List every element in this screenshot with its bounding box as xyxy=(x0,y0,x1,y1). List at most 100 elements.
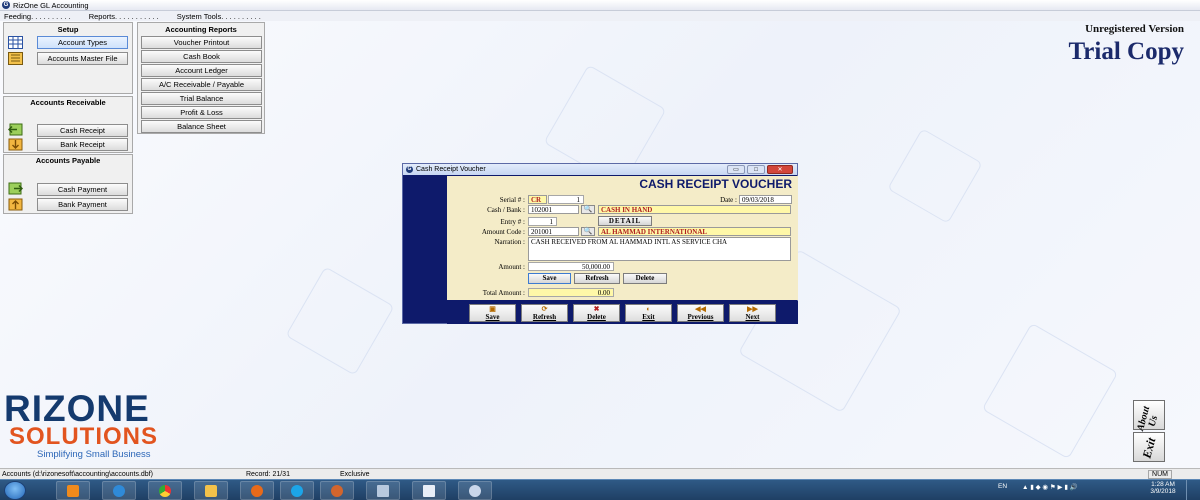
entry-delete-button[interactable]: Delete xyxy=(623,273,667,284)
toolbar-refresh-button[interactable]: ⟳ Refresh xyxy=(521,304,568,322)
detail-button[interactable]: DETAIL xyxy=(598,216,652,226)
accounts-payable-panel: Accounts Payable Cash Payment Bank Payme… xyxy=(3,154,133,214)
taskbar: EN ▲ ▮ ◆ ◉ ⚑ ▶ ▮ 🔊 1:28 AM 3/9/2018 xyxy=(0,479,1200,500)
amount-code-name-field[interactable]: AL HAMMAD INTERNATIONAL xyxy=(598,227,791,236)
toolbar-delete-button[interactable]: ✖ Delete xyxy=(573,304,620,322)
clock[interactable]: 1:28 AM 3/9/2018 xyxy=(1146,481,1180,495)
toolbar-previous-label: Previous xyxy=(687,313,714,321)
toolbar-previous-button[interactable]: ◀◀ Previous xyxy=(677,304,724,322)
profit-loss-button[interactable]: Profit & Loss xyxy=(141,106,262,119)
rizone-taskbar-icon[interactable] xyxy=(458,481,492,500)
start-button-icon[interactable] xyxy=(4,481,26,500)
language-indicator[interactable]: EN xyxy=(998,483,1007,490)
amount-code-field[interactable]: 201001 xyxy=(528,227,579,236)
total-amount-label: Total Amount : xyxy=(482,289,525,297)
exit-icon: ◐ xyxy=(646,305,651,313)
cash-receipt-button[interactable]: Cash Receipt xyxy=(37,124,128,137)
media-player-icon[interactable] xyxy=(56,481,90,500)
menu-feeding[interactable]: Feeding. . . . . . . . . . xyxy=(4,12,71,21)
show-desktop-button[interactable] xyxy=(1186,480,1200,500)
toolbar-next-button[interactable]: ▶▶ Next xyxy=(729,304,776,322)
toolbar-next-label: Next xyxy=(745,313,760,321)
firefox-icon[interactable] xyxy=(240,481,274,500)
cash-receipt-icon xyxy=(8,123,23,136)
toolbar-refresh-label: Refresh xyxy=(532,313,557,321)
close-icon[interactable]: ✕ xyxy=(767,165,793,174)
amount-field[interactable]: 50,000.00 xyxy=(528,262,614,271)
exit-app-button[interactable]: Exit xyxy=(1133,432,1165,462)
window-app-icon[interactable] xyxy=(366,481,400,500)
maximize-icon[interactable]: □ xyxy=(747,165,765,174)
generic-app-icon[interactable] xyxy=(412,481,446,500)
internet-explorer-icon[interactable] xyxy=(102,481,136,500)
next-icon: ▶▶ xyxy=(747,305,758,313)
voucher-printout-button[interactable]: Voucher Printout xyxy=(141,36,262,49)
dialog-app-icon: G xyxy=(406,166,413,173)
tray-icons[interactable]: ▲ ▮ ◆ ◉ ⚑ ▶ ▮ 🔊 xyxy=(1022,483,1078,491)
entry-number-field[interactable]: 1 xyxy=(528,217,557,226)
voucher-form: CASH RECEIPT VOUCHER Serial # : CR 1 Dat… xyxy=(447,176,798,300)
entry-label: Entry # : xyxy=(500,218,526,226)
status-num-lock: NUM xyxy=(1148,469,1172,479)
status-path: Accounts (d:\rizonesoft\accounting\accou… xyxy=(2,470,153,478)
serial-number-field[interactable]: 1 xyxy=(548,195,584,204)
trial-balance-button[interactable]: Trial Balance xyxy=(141,92,262,105)
date-label: Date : xyxy=(720,196,737,204)
voucher-toolbar: ▣ Save ⟳ Refresh ✖ Delete ◐ Exit ◀◀ Prev… xyxy=(447,301,798,324)
bank-receipt-button[interactable]: Bank Receipt xyxy=(37,138,128,151)
accounts-receivable-panel: Accounts Receivable Cash Receipt Bank Re… xyxy=(3,96,133,153)
logo-wordmark-solutions: SOLUTIONS xyxy=(9,423,159,450)
folder-icon[interactable] xyxy=(194,481,228,500)
setup-title: Setup xyxy=(57,25,79,34)
date-field[interactable]: 09/03/2018 xyxy=(739,195,792,204)
account-types-button[interactable]: Account Types xyxy=(37,36,128,49)
accounts-master-file-button[interactable]: Accounts Master File xyxy=(37,52,128,65)
serial-type-field[interactable]: CR xyxy=(528,195,547,204)
narration-field[interactable]: CASH RECEIVED FROM AL HAMMAD INTL AS SER… xyxy=(528,237,791,261)
amount-code-search-icon[interactable]: 🔍 xyxy=(581,227,595,236)
logo-tagline: Simplifying Small Business xyxy=(37,449,151,460)
bank-receipt-icon xyxy=(8,138,23,151)
dialog-title: Cash Receipt Voucher xyxy=(416,166,486,173)
entry-refresh-button[interactable]: Refresh xyxy=(574,273,620,284)
bank-payment-icon xyxy=(8,198,23,211)
menu-system-tools[interactable]: System Tools. . . . . . . . . . xyxy=(177,12,261,21)
menu-reports[interactable]: Reports. . . . . . . . . . . xyxy=(89,12,159,21)
refresh-icon: ⟳ xyxy=(541,305,548,313)
setup-panel: Setup Account Types Accounts Master File xyxy=(3,22,133,94)
chrome-icon[interactable] xyxy=(148,481,182,500)
delete-icon: ✖ xyxy=(593,305,600,313)
status-record: Record: 21/31 xyxy=(246,470,290,478)
cash-bank-search-icon[interactable]: 🔍 xyxy=(581,205,595,214)
bank-payment-button[interactable]: Bank Payment xyxy=(37,198,128,211)
cash-payment-button[interactable]: Cash Payment xyxy=(37,183,128,196)
serial-label: Serial # : xyxy=(499,196,525,204)
minimize-icon[interactable]: ▭ xyxy=(727,165,745,174)
account-ledger-button[interactable]: Account Ledger xyxy=(141,64,262,77)
voucher-heading: CASH RECEIPT VOUCHER xyxy=(639,177,792,191)
accounting-reports-panel: Accounting Reports Voucher Printout Cash… xyxy=(137,22,265,134)
clock-time: 1:28 AM xyxy=(1151,481,1175,488)
entry-save-button[interactable]: Save xyxy=(528,273,571,284)
trial-copy-label: Trial Copy xyxy=(1068,38,1184,65)
cash-bank-name-field[interactable]: CASH IN HAND xyxy=(598,205,791,214)
skype-icon[interactable] xyxy=(280,481,314,500)
cash-book-button[interactable]: Cash Book xyxy=(141,50,262,63)
toolbar-delete-label: Delete xyxy=(587,313,606,321)
window-title: RizOne GL Accounting xyxy=(13,0,89,10)
toolbar-save-button[interactable]: ▣ Save xyxy=(469,304,516,322)
toolbar-exit-button[interactable]: ◐ Exit xyxy=(625,304,672,322)
status-mode: Exclusive xyxy=(340,470,370,478)
user-app-icon[interactable] xyxy=(320,481,354,500)
previous-icon: ◀◀ xyxy=(695,305,706,313)
cash-receipt-voucher-dialog: G Cash Receipt Voucher ▭ □ ✕ CASH RECEIP… xyxy=(402,163,798,324)
menu-bar: Feeding. . . . . . . . . . Reports. . . … xyxy=(0,11,1200,21)
balance-sheet-button[interactable]: Balance Sheet xyxy=(141,120,262,133)
window-title-bar: G RizOne GL Accounting xyxy=(0,0,1200,11)
toolbar-exit-label: Exit xyxy=(642,313,655,321)
about-us-button[interactable]: About Us xyxy=(1133,400,1165,432)
reports-title: Accounting Reports xyxy=(165,25,237,34)
cash-bank-code-field[interactable]: 102001 xyxy=(528,205,579,214)
save-icon: ▣ xyxy=(489,305,496,313)
ac-receivable-payable-button[interactable]: A/C Receivable / Payable xyxy=(141,78,262,91)
